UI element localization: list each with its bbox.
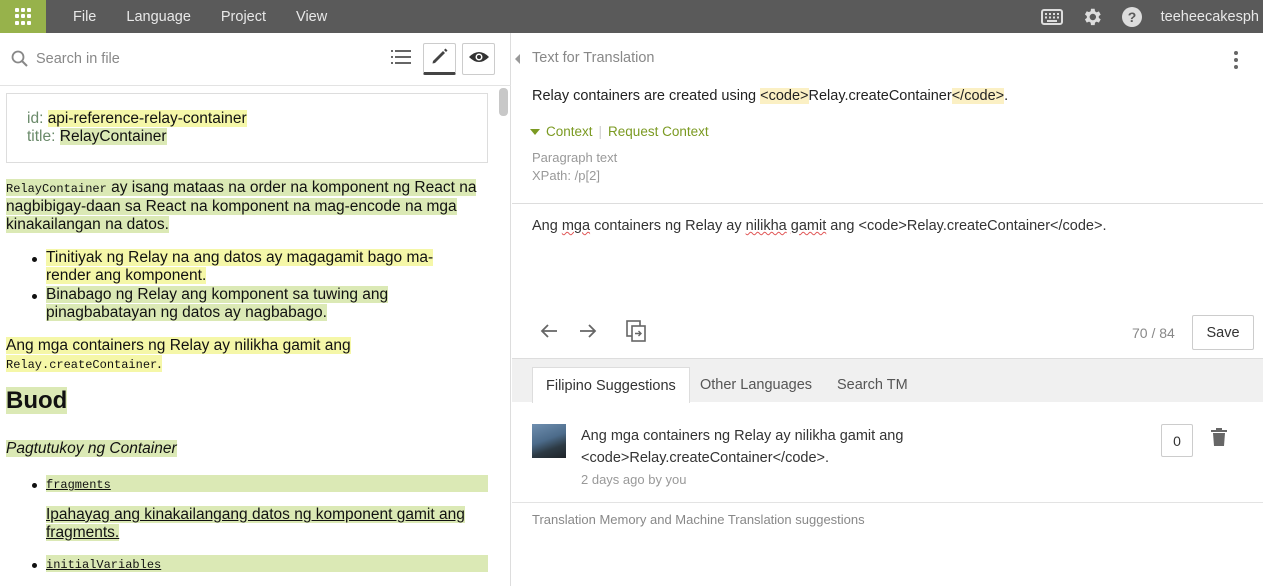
list-icon — [390, 49, 411, 70]
subheading[interactable]: Pagtutukoy ng Container — [6, 440, 177, 458]
menu-file[interactable]: File — [73, 9, 96, 25]
bullet-dot — [32, 483, 37, 488]
code-tag-open: <code> — [760, 88, 809, 104]
bullet-dot — [32, 294, 37, 299]
context-type: Paragraph text — [532, 150, 618, 165]
tab-search-tm[interactable]: Search TM — [824, 367, 921, 403]
translation-editor[interactable]: Ang mga containers ng Relay ay nilikha g… — [532, 218, 1107, 234]
top-right-controls: ? teeheecakesph — [1040, 0, 1263, 33]
document-preview: id: api-reference-relay-container title:… — [0, 87, 497, 586]
apps-menu-button[interactable] — [0, 0, 46, 33]
meta-title-key: title: — [27, 128, 56, 145]
edit-mode-button[interactable] — [423, 43, 456, 75]
meta-id-value[interactable]: api-reference-relay-container — [47, 110, 247, 127]
menu-language[interactable]: Language — [126, 9, 191, 25]
tm-suggestions-label: Translation Memory and Machine Translati… — [532, 512, 865, 527]
panel-header: Text for Translation — [532, 50, 655, 66]
vote-count-button[interactable]: 0 — [1161, 424, 1193, 457]
paragraph-2-text: Ang mga containers ng Relay ay nilikha g… — [6, 337, 351, 354]
xpath: XPath: /p[2] — [532, 168, 600, 183]
request-context-link[interactable]: Request Context — [608, 124, 709, 139]
gear-icon[interactable] — [1081, 6, 1103, 28]
svg-text:?: ? — [1127, 9, 1136, 25]
suggestion-tabs: Filipino Suggestions Other Languages Sea… — [512, 358, 1263, 403]
search-icon — [11, 50, 29, 73]
search-bar — [0, 33, 511, 86]
more-options-icon[interactable] — [1234, 51, 1238, 69]
bullet-list: Tinitiyak ng Relay na ang datos ay magag… — [46, 249, 466, 322]
next-string-button[interactable] — [574, 321, 602, 345]
meta-title-value[interactable]: RelayContainer — [59, 128, 167, 145]
source-string: Relay containers are created using <code… — [532, 88, 1009, 104]
fragments-item[interactable]: fragments — [46, 475, 488, 492]
paragraph-2-code: Relay.createContainer — [6, 358, 158, 372]
trash-icon[interactable] — [1211, 428, 1227, 451]
context-details: Paragraph text XPath: /p[2] — [532, 149, 617, 185]
username[interactable]: teeheecakesph — [1161, 9, 1259, 25]
context-link[interactable]: Context — [546, 124, 593, 139]
list-item[interactable]: Tinitiyak ng Relay na ang datos ay magag… — [46, 249, 466, 285]
top-bar: File Language Project View ? teeheecakes… — [0, 0, 1263, 33]
arrow-right-icon — [579, 323, 597, 344]
bullet-dot — [32, 563, 37, 568]
fragments-description[interactable]: Ipahayag ang kinakailangang datos ng kom… — [46, 506, 486, 542]
grid-icon — [15, 8, 32, 25]
divider — [512, 203, 1263, 204]
eye-icon — [468, 50, 490, 69]
section-heading[interactable]: Buod — [6, 387, 68, 415]
copy-icon — [626, 319, 646, 347]
separator: | — [598, 124, 603, 139]
suggestion-meta: 2 days ago by you — [581, 472, 687, 487]
main-menu: File Language Project View — [73, 0, 357, 33]
tab-filipino-suggestions[interactable]: Filipino Suggestions — [532, 367, 690, 403]
source-document-panel: id: api-reference-relay-container title:… — [0, 33, 511, 586]
preview-mode-button[interactable] — [462, 43, 495, 75]
paragraph-1[interactable]: RelayContainer ay isang mataas na order … — [6, 179, 486, 234]
copy-source-button[interactable] — [622, 319, 650, 347]
save-button[interactable]: Save — [1192, 315, 1254, 350]
context-toggle: Context | Request Context — [530, 124, 709, 139]
translation-panel: Text for Translation Relay containers ar… — [512, 33, 1263, 586]
suggestion-text[interactable]: Ang mga containers ng Relay ay nilikha g… — [581, 425, 941, 469]
list-item[interactable]: Binabago ng Relay ang komponent sa tuwin… — [46, 286, 466, 322]
list-view-button[interactable] — [384, 43, 417, 75]
front-matter: id: api-reference-relay-container title:… — [6, 93, 488, 163]
triangle-down-icon — [530, 128, 540, 135]
bullet-dot — [32, 257, 37, 262]
menu-project[interactable]: Project — [221, 9, 266, 25]
search-input[interactable] — [36, 48, 366, 70]
paragraph-1-code: RelayContainer — [6, 182, 107, 196]
paragraph-2[interactable]: Ang mga containers ng Relay ay nilikha g… — [6, 337, 486, 374]
keyboard-icon[interactable] — [1040, 6, 1063, 28]
pencil-icon — [430, 46, 450, 71]
menu-view[interactable]: View — [296, 9, 327, 25]
suggestion-item[interactable]: Ang mga containers ng Relay ay nilikha g… — [512, 402, 1263, 503]
code-tag-close: </code> — [951, 88, 1005, 104]
initial-variables-item[interactable]: initialVariables — [46, 555, 488, 572]
scrollbar-thumb[interactable] — [499, 88, 508, 116]
avatar — [532, 424, 566, 458]
string-progress: 70 / 84 — [1132, 325, 1175, 341]
arrow-left-icon — [540, 323, 558, 344]
tab-other-languages[interactable]: Other Languages — [687, 367, 825, 403]
previous-string-button[interactable] — [535, 321, 563, 345]
meta-id-key: id: — [27, 110, 44, 127]
help-icon[interactable]: ? — [1121, 6, 1143, 28]
